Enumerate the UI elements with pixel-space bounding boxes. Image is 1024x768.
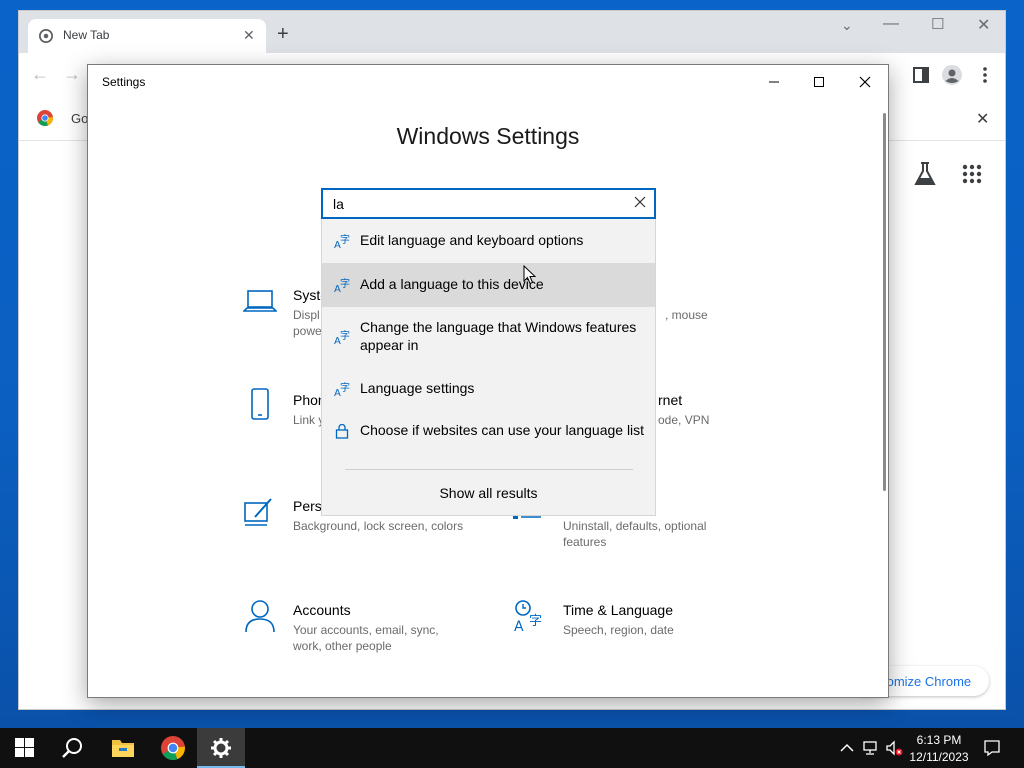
chrome-logo-icon	[161, 736, 185, 760]
chrome-maximize-icon[interactable]: ☐	[931, 15, 944, 33]
notification-center-icon[interactable]	[983, 739, 1001, 757]
windows-logo-icon	[15, 738, 34, 757]
settings-minimize-icon[interactable]	[763, 73, 785, 91]
search-icon	[62, 738, 82, 758]
settings-heading: Windows Settings	[396, 123, 580, 149]
chrome-logo-icon	[37, 110, 53, 126]
network-icon[interactable]	[862, 739, 880, 757]
category-title: Time & Language	[563, 602, 673, 618]
clear-search-icon[interactable]	[633, 195, 647, 209]
settings-scrollbar[interactable]	[883, 113, 886, 491]
suggestion-item[interactable]: A 字 Language settings	[322, 365, 655, 409]
taskbar-settings[interactable]	[197, 728, 245, 768]
language-icon: A 字	[334, 381, 350, 397]
category-description: , mouse	[665, 308, 708, 322]
category-description: Speech, region, date	[563, 623, 674, 637]
suggestion-label: Choose if websites can use your language…	[360, 422, 645, 438]
chrome-tab-search-icon[interactable]: ⌄	[841, 17, 853, 35]
chrome-close-icon[interactable]: ✕	[977, 15, 990, 34]
chrome-tab-new-tab[interactable]: New Tab ✕	[28, 19, 266, 53]
paint-icon	[244, 498, 272, 526]
dropdown-divider	[345, 469, 633, 470]
category-description: Your accounts, email, sync, work, other …	[293, 623, 439, 653]
taskbar-chrome[interactable]	[148, 728, 196, 768]
svg-text:字: 字	[340, 233, 350, 246]
settings-maximize-icon[interactable]	[808, 73, 830, 91]
new-tab-button[interactable]: +	[277, 24, 289, 44]
suggestion-item-highlighted[interactable]: A 字 Add a language to this device	[322, 263, 655, 307]
category-title: rnet	[658, 392, 683, 408]
category-time-language[interactable]: A 字 Time & Language Speech, region, date	[513, 599, 753, 669]
taskbar-file-explorer[interactable]	[98, 728, 146, 768]
info-bar-text: Go	[71, 111, 89, 126]
chrome-tab-title: New Tab	[63, 28, 110, 42]
taskbar-clock-time[interactable]: 6:13 PM	[904, 733, 974, 747]
svg-text:字: 字	[340, 329, 350, 342]
laptop-icon	[243, 290, 277, 312]
show-hidden-icons-chevron-icon[interactable]	[838, 739, 856, 757]
svg-text:字: 字	[529, 614, 542, 629]
search-suggestions-dropdown: A 字 Edit language and keyboard options A…	[321, 219, 656, 516]
category-description: Background, lock screen, colors	[293, 519, 464, 533]
taskbar-clock-date[interactable]: 12/11/2023	[904, 750, 974, 764]
suggestion-label: Change the language that Windows feature…	[360, 319, 637, 353]
suggestion-item[interactable]: Choose if websites can use your language…	[322, 409, 655, 453]
language-icon: A 字	[334, 233, 350, 249]
language-icon: A 字	[334, 329, 350, 345]
back-arrow-icon[interactable]: ←	[31, 65, 49, 83]
volume-muted-icon[interactable]	[885, 739, 903, 757]
suggestion-label: Language settings	[360, 380, 475, 396]
suggestion-item[interactable]: A 字 Change the language that Windows fea…	[322, 307, 655, 365]
suggestion-label: Add a language to this device	[360, 276, 544, 292]
settings-close-icon[interactable]	[854, 73, 876, 91]
lock-icon	[335, 423, 349, 439]
search-input-value: la	[333, 196, 344, 212]
category-title: Accounts	[293, 602, 351, 618]
category-description: ode, VPN	[658, 413, 710, 427]
time-language-icon: A 字	[514, 600, 542, 633]
category-description: Uninstall, defaults, optional features	[563, 519, 707, 549]
side-panel-icon[interactable]	[911, 65, 931, 85]
language-icon: A 字	[334, 277, 350, 293]
svg-text:字: 字	[340, 381, 350, 394]
svg-text:A: A	[514, 619, 524, 633]
chrome-menu-icon[interactable]	[975, 65, 995, 85]
google-apps-icon[interactable]	[962, 164, 982, 184]
info-bar-close-icon[interactable]: ✕	[976, 109, 989, 129]
phone-icon	[251, 388, 269, 420]
show-all-results-link[interactable]: Show all results	[322, 485, 655, 501]
settings-window: Settings Windows Settings Syste Displ po…	[87, 64, 889, 698]
chrome-favicon-icon	[39, 29, 53, 43]
suggestion-label: Edit language and keyboard options	[360, 232, 584, 248]
category-accounts[interactable]: Accounts Your accounts, email, sync, wor…	[243, 599, 483, 669]
taskbar-search-button[interactable]	[48, 728, 96, 768]
chrome-tab-close-icon[interactable]: ✕	[243, 28, 255, 42]
start-button[interactable]	[0, 728, 48, 768]
mouse-cursor-icon	[523, 265, 537, 285]
svg-text:字: 字	[340, 277, 350, 290]
gear-icon	[211, 738, 231, 758]
labs-flask-icon[interactable]	[913, 161, 937, 187]
forward-arrow-icon[interactable]: →	[63, 65, 81, 83]
person-icon	[245, 600, 275, 633]
profile-avatar-icon[interactable]	[942, 65, 962, 85]
settings-window-title: Settings	[102, 75, 146, 89]
settings-search-input[interactable]: la	[321, 188, 656, 219]
suggestion-item[interactable]: A 字 Edit language and keyboard options	[322, 219, 655, 263]
chrome-minimize-icon[interactable]: —	[883, 15, 899, 33]
folder-icon	[112, 740, 134, 757]
